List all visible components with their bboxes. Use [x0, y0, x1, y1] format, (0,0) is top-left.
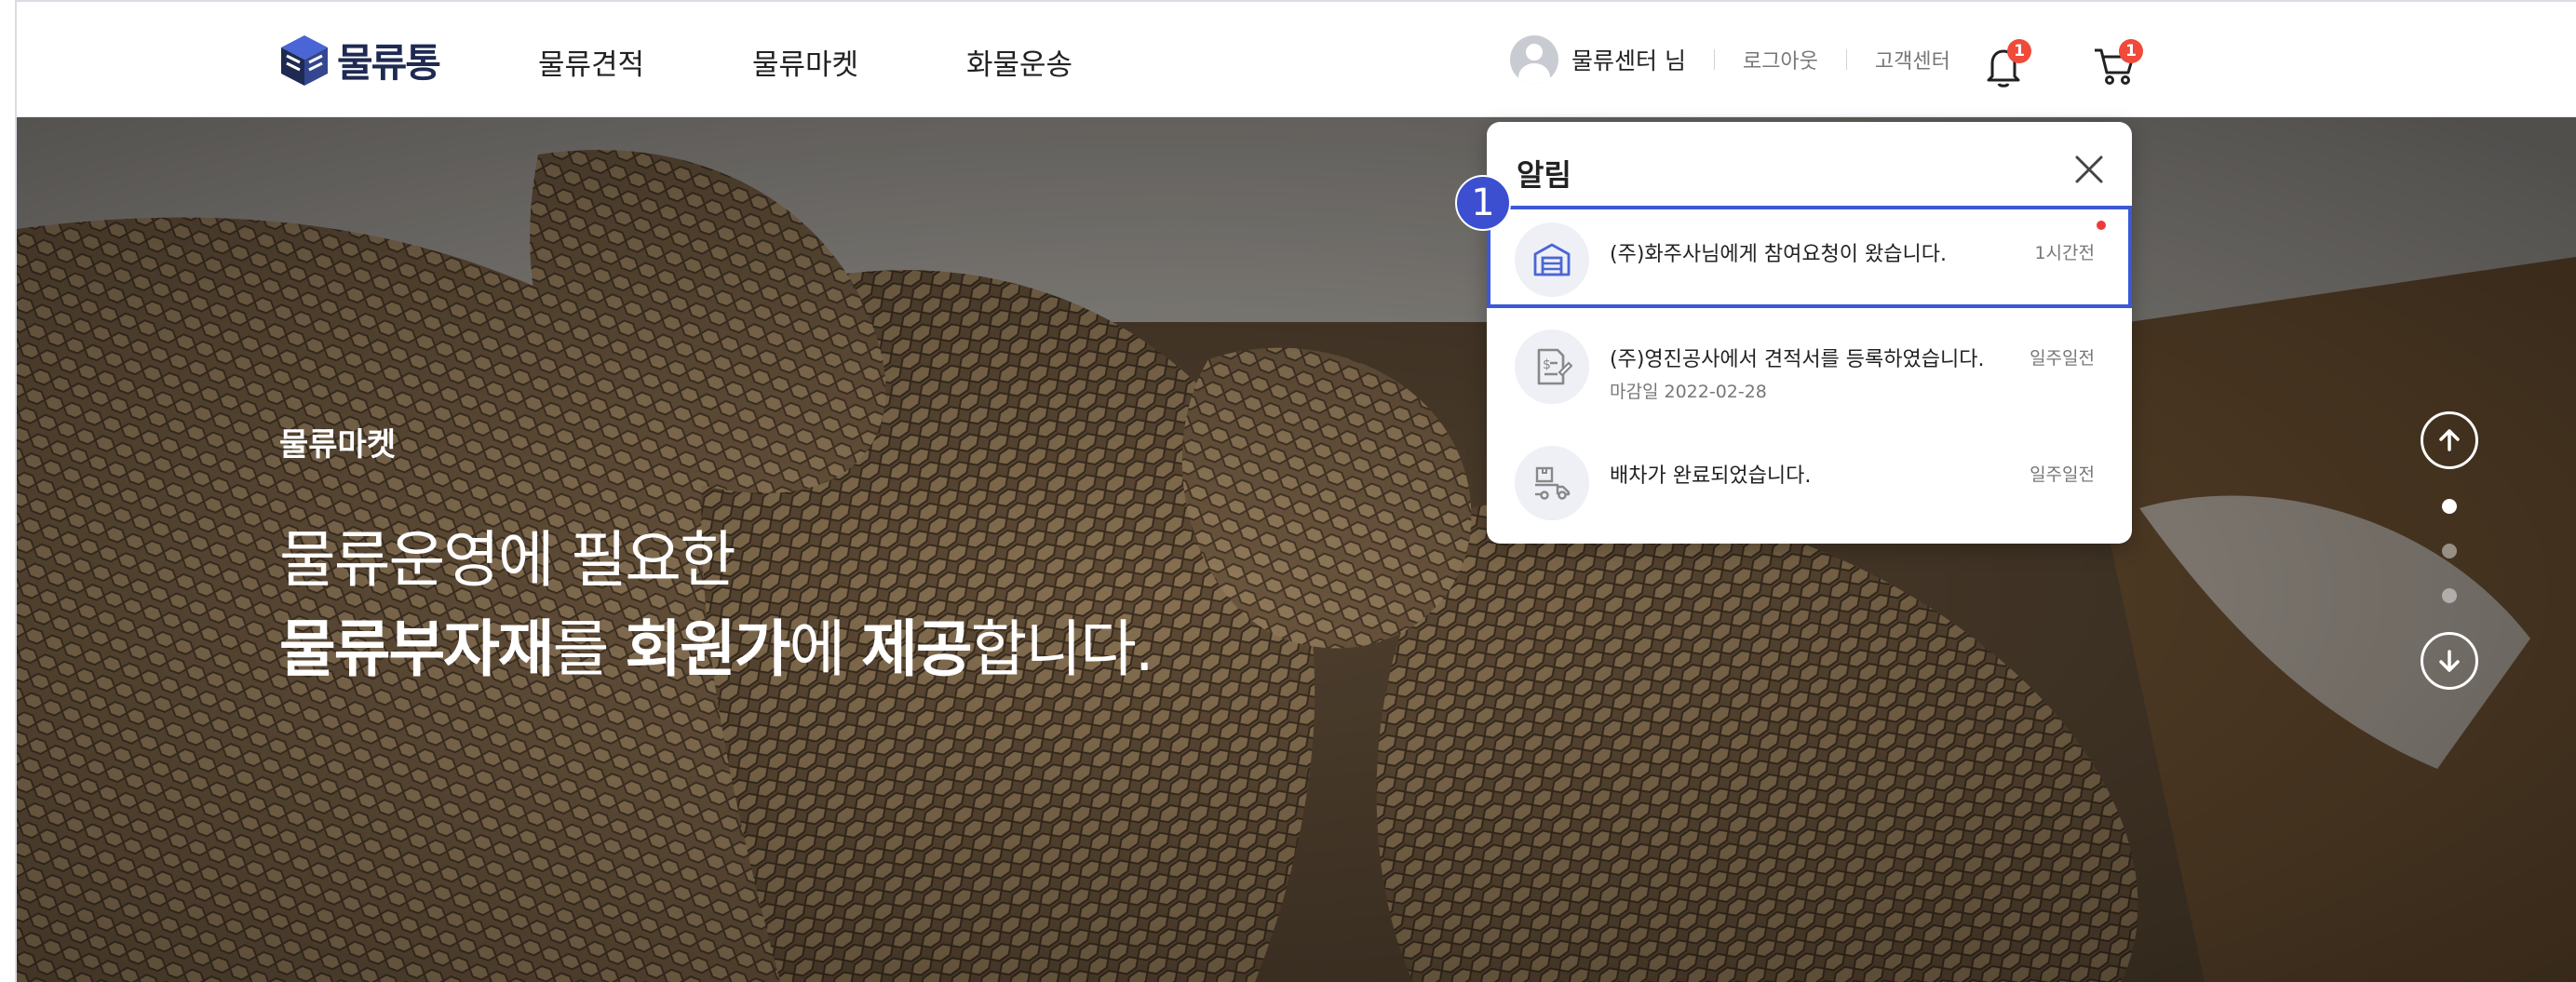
notification-panel-title: 알림 — [1517, 157, 1571, 193]
notification-item[interactable]: $ (주)영진공사에서 견적서를 등록하였습니다. 마감일 2022-02-28… — [1487, 313, 2132, 415]
left-border — [15, 0, 17, 982]
cart-count-badge: 1 — [2119, 39, 2143, 63]
cart-button[interactable]: 1 — [2091, 39, 2143, 89]
arrow-up-icon — [2439, 429, 2460, 451]
app-frame: 물류통 물류견적 물류마켓 화물운송 물류센터 님 로그아웃 고객센터 1 1 … — [0, 0, 2576, 982]
notification-time: 1시간전 — [2034, 243, 2095, 263]
hero-subtitle: 물류마켓 — [279, 426, 397, 464]
hero-banner: 물류마켓 물류운영에 필요한 물류부자재를 회원가에 제공합니다. — [17, 117, 2576, 982]
site-header: 물류통 물류견적 물류마켓 화물운송 물류센터 님 로그아웃 고객센터 1 1 — [17, 2, 2576, 117]
notification-item[interactable]: (주)화주사님에게 참여요청이 왔습니다. 1시간전 — [1487, 206, 2132, 308]
hero-emphasis-member-price: 회원가 — [625, 613, 790, 685]
notification-item[interactable]: 배차가 완료되었습니다. 일주일전 — [1487, 429, 2132, 531]
notification-text: (주)영진공사에서 견적서를 등록하였습니다. — [1610, 348, 1985, 371]
avatar[interactable] — [1510, 35, 1558, 84]
hero-text-part: 합니다. — [970, 613, 1154, 685]
logo[interactable]: 물류통 — [279, 32, 441, 88]
divider — [1845, 49, 1847, 70]
slide-indicator-2[interactable] — [2442, 544, 2457, 558]
logout-link[interactable]: 로그아웃 — [1743, 45, 1818, 74]
slide-next-button[interactable] — [2421, 632, 2478, 690]
hero-emphasis-materials: 물류부자재 — [279, 613, 555, 685]
warehouse-icon — [1515, 222, 1589, 297]
logo-cube-icon — [281, 34, 328, 86]
notification-panel: 알림 (주)화주사님에게 참여요청이 왔습니다. 1시간전 $ (주)영진공사에… — [1487, 122, 2132, 544]
logo-text: 물류통 — [337, 40, 441, 86]
step-annotation-marker: 1 — [1455, 175, 1511, 231]
support-link[interactable]: 고객센터 — [1875, 45, 1950, 74]
hero-emphasis-provide: 제공 — [861, 613, 972, 685]
user-menu: 물류센터 님 로그아웃 고객센터 — [1510, 35, 1950, 84]
close-button[interactable] — [2073, 154, 2105, 185]
notification-button[interactable]: 1 — [1979, 39, 2031, 89]
quote-document-icon: $ — [1515, 330, 1589, 404]
hero-headline-line2: 물류부자재를 회원가에 제공합니다. — [279, 599, 1154, 689]
hero-text-part: 를 — [552, 613, 626, 685]
nav-logistics-quote[interactable]: 물류견적 — [538, 41, 644, 83]
notification-time: 일주일전 — [2030, 348, 2095, 369]
slide-indicator-3[interactable] — [2442, 588, 2457, 603]
slide-prev-button[interactable] — [2421, 411, 2478, 469]
unread-dot — [2097, 221, 2106, 230]
user-name[interactable]: 물류센터 님 — [1571, 43, 1686, 76]
top-border — [15, 0, 2576, 2]
notification-count-badge: 1 — [2007, 39, 2031, 63]
divider — [1713, 49, 1715, 70]
hero-headline-line1: 물류운영에 필요한 — [279, 524, 736, 596]
nav-freight-transport[interactable]: 화물운송 — [966, 41, 1072, 83]
nav-logistics-market[interactable]: 물류마켓 — [752, 41, 858, 83]
svg-text:$: $ — [1543, 357, 1551, 372]
delivery-truck-icon — [1515, 446, 1589, 520]
slide-indicator-1[interactable] — [2442, 499, 2457, 514]
close-icon — [2075, 155, 2103, 183]
notification-text: (주)화주사님에게 참여요청이 왔습니다. — [1610, 243, 1947, 266]
notification-deadline: 마감일 2022-02-28 — [1610, 382, 1767, 402]
notification-text: 배차가 완료되었습니다. — [1610, 464, 1812, 488]
notification-time: 일주일전 — [2030, 464, 2095, 485]
hero-text-part: 에 — [789, 613, 862, 685]
arrow-down-icon — [2439, 650, 2460, 672]
